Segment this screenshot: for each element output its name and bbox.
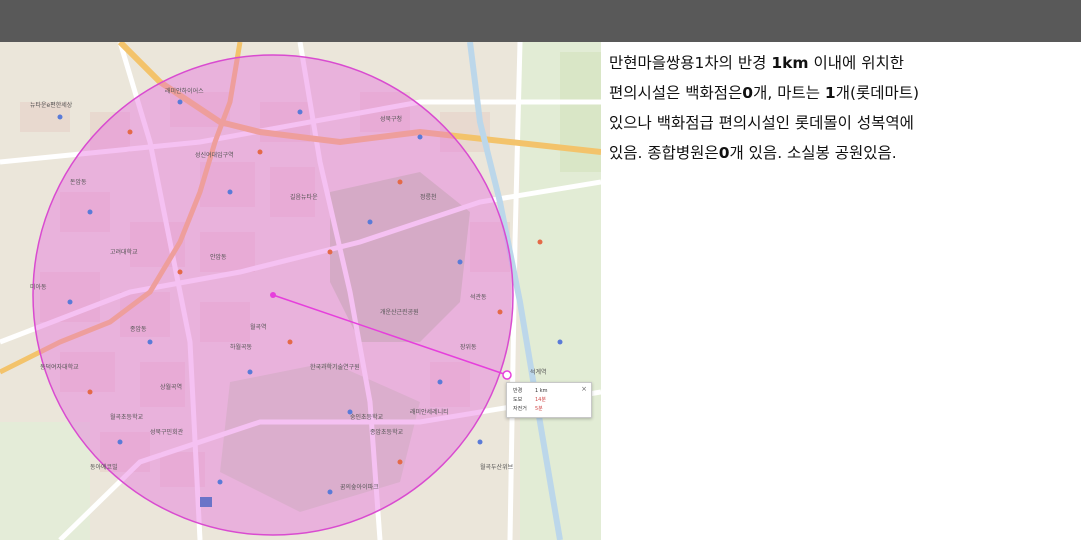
line1-prefix: 만현마을쌍용1차의 반경 [609, 54, 772, 72]
map-place-label: 성북구민회관 [150, 429, 184, 436]
map-place-label: 동덕여자대학교 [40, 364, 79, 371]
map-place-label: 숭인초등학교 [350, 414, 384, 421]
distance-popup: × 반경 1 km 도보 14분 자전거 5분 [506, 382, 592, 418]
map-place-label: 고려대학교 [110, 249, 138, 256]
description-line-2: 편의시설은 백화점은0개, 마트는 1개(롯데마트) [609, 78, 1069, 108]
map-place-label: 종암동 [130, 326, 147, 333]
map-place-label: 장위동 [460, 344, 477, 351]
radius-value: 1 km [535, 388, 548, 394]
map-place-label: 성북구청 [380, 116, 403, 123]
map-place-label: 월곡역 [250, 324, 267, 331]
top-bar [0, 0, 1081, 42]
line1-suffix: 이내에 위치한 [808, 54, 905, 72]
walk-value: 14분 [535, 397, 546, 403]
map-place-label: 래미안하이어스 [165, 88, 204, 95]
map-place-label: 석계역 [530, 369, 547, 376]
description-line-1: 만현마을쌍용1차의 반경 1km 이내에 위치한 [609, 48, 1069, 78]
line4-b: 0 [718, 144, 730, 162]
map-place-label: 월곡초등학교 [110, 414, 144, 421]
close-icon[interactable]: × [581, 385, 587, 393]
line2-a: 편의시설은 백화점은 [609, 84, 743, 102]
map-place-label: 래미안세레니티 [410, 409, 449, 416]
map-place-label: 정릉천 [420, 194, 437, 201]
map-place-label: 동아에코빌 [90, 464, 118, 471]
map-place-label: 길음뉴타운 [290, 194, 318, 201]
map-place-label: 개운산근린공원 [380, 309, 419, 316]
map-view[interactable]: 뉴타운e편한세상 래미안하이어스 성북구청 돈암동 성신여대입구역 길음뉴타운 … [0, 42, 601, 540]
line2-b: 0 [742, 84, 754, 102]
radius-label: 반경 [513, 388, 523, 394]
map-place-label: 돈암동 [70, 179, 87, 186]
line1-bold: 1km [771, 54, 809, 72]
map-place-label: 미아동 [30, 284, 47, 291]
description-text: 만현마을쌍용1차의 반경 1km 이내에 위치한 편의시설은 백화점은0개, 마… [609, 48, 1069, 168]
map-place-label: 월곡두산위브 [480, 464, 514, 471]
walk-label: 도보 [513, 397, 523, 403]
map-place-label: 안암동 [210, 254, 227, 261]
line2-d: 1 [824, 84, 836, 102]
map-place-label: 뉴타운e편한세상 [30, 102, 73, 109]
map-place-label: 꿈의숲아이파크 [340, 484, 379, 491]
map-place-label: 하월곡동 [230, 344, 253, 351]
map-place-label: 한국과학기술연구원 [310, 364, 360, 371]
map-place-label: 성신여대입구역 [195, 152, 234, 159]
line2-e: 개(롯데마트) [835, 84, 920, 102]
line4-a: 있음. 종합병원은 [609, 144, 719, 162]
bike-label: 자전거 [513, 406, 527, 412]
description-line-4: 있음. 종합병원은0개 있음. 소실봉 공원있음. [609, 138, 1069, 168]
line2-c: 개, 마트는 [753, 84, 825, 102]
map-place-label: 종암초등학교 [370, 429, 404, 436]
line4-c: 개 있음. 소실봉 공원있음. [729, 144, 897, 162]
map-place-label: 석관동 [470, 294, 487, 301]
bike-value: 5분 [535, 406, 543, 412]
map-place-label: 상월곡역 [160, 384, 183, 391]
description-line-3: 있으나 백화점급 편의시설인 롯데몰이 성복역에 [609, 114, 914, 132]
